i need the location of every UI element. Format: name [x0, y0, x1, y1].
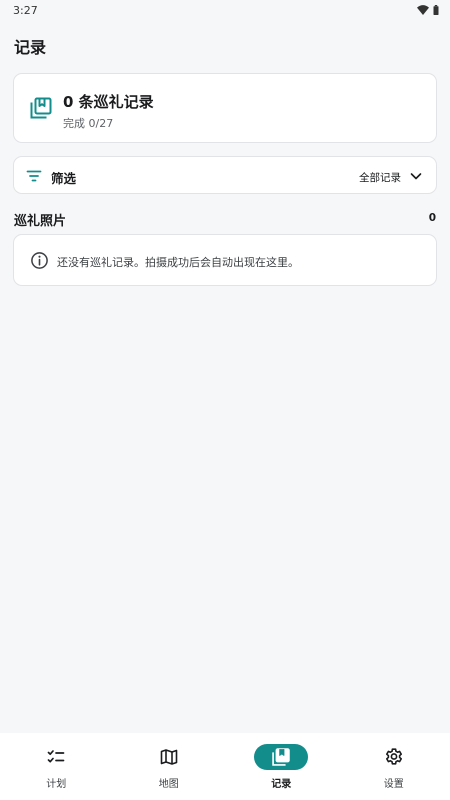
filter-label: 筛选 — [51, 171, 77, 186]
gear-icon — [385, 748, 402, 765]
status-icons — [417, 5, 439, 15]
nav-item-settings[interactable]: 设置 — [338, 733, 450, 800]
nav-label-plan: 计划 — [46, 779, 67, 790]
nav-label-map: 地图 — [158, 779, 179, 790]
collection-icon — [272, 748, 290, 766]
page-title: 记录 — [14, 38, 47, 57]
map-icon — [160, 749, 178, 765]
checklist-icon — [47, 750, 65, 763]
collection-icon — [30, 97, 52, 119]
status-time: 3:27 — [13, 3, 38, 17]
nav-pill — [29, 744, 83, 770]
nav-label-records: 记录 — [271, 779, 292, 790]
photos-section-title: 巡礼照片 — [14, 214, 67, 229]
nav-pill-active — [254, 744, 309, 770]
completion-progress: 完成 0/27 — [63, 117, 114, 130]
nav-pill — [142, 744, 196, 770]
nav-item-plan[interactable]: 计划 — [0, 733, 112, 800]
empty-state-card: 还没有巡礼记录。拍摄成功后会自动出现在这里。 — [13, 234, 437, 286]
bottom-nav: 计划 地图 记录 设置 — [0, 733, 450, 800]
nav-pill — [367, 744, 421, 770]
status-bar: 3:27 — [0, 0, 450, 20]
record-count-title: 0 条巡礼记录 — [63, 93, 154, 111]
chevron-down-icon — [410, 173, 422, 180]
filter-dropdown[interactable]: 筛选 全部记录 — [13, 156, 437, 194]
wifi-icon — [417, 5, 429, 15]
battery-icon — [433, 5, 439, 15]
nav-item-map[interactable]: 地图 — [113, 733, 225, 800]
nav-label-settings: 设置 — [383, 779, 404, 790]
empty-state-message: 还没有巡礼记录。拍摄成功后会自动出现在这里。 — [57, 256, 299, 269]
summary-card[interactable]: 0 条巡礼记录 完成 0/27 — [13, 73, 437, 143]
nav-item-records[interactable]: 记录 — [225, 733, 337, 800]
info-icon — [31, 252, 48, 269]
photos-count: 0 — [428, 212, 436, 224]
filter-selected-value: 全部记录 — [359, 172, 401, 184]
filter-icon — [26, 170, 42, 182]
